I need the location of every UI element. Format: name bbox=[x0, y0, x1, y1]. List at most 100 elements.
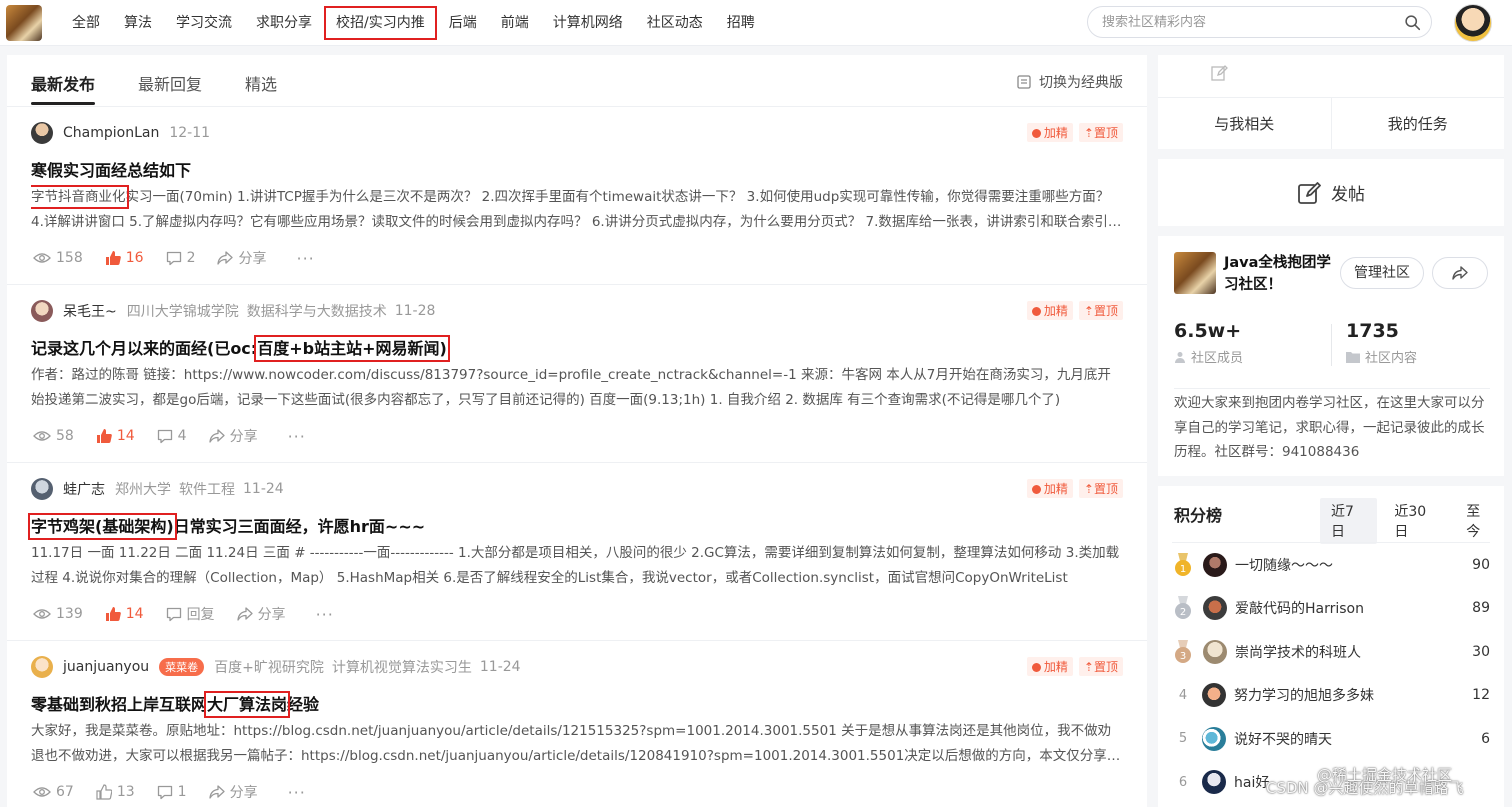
nav-item-algorithm[interactable]: 算法 bbox=[114, 8, 162, 38]
post-excerpt[interactable]: 11.17日 一面 11.22日 二面 11.24日 三面 # --------… bbox=[31, 541, 1123, 591]
nav-item-community-news[interactable]: 社区动态 bbox=[637, 8, 713, 38]
post-title[interactable]: 寒假实习面经总结如下 bbox=[31, 157, 191, 181]
post-title-text: 记录这几个月以来的面经(已oc: bbox=[31, 339, 258, 358]
post-header: juanjuanyou 菜菜卷 百度+旷视研究院 计算机视觉算法实习生 11-2… bbox=[31, 655, 521, 679]
switch-classic-button[interactable]: 切换为经典版 bbox=[1017, 72, 1123, 92]
post-feed: 最新发布 最新回复 精选 切换为经典版 ChampionLan 12-11 加精… bbox=[7, 55, 1147, 807]
pinned-label: 置顶 bbox=[1093, 660, 1118, 674]
post-title[interactable]: 零基础到秋招上岸互联网大厂算法岗经验 bbox=[31, 691, 319, 715]
manage-community-button[interactable]: 管理社区 bbox=[1340, 257, 1424, 289]
more-icon[interactable]: ··· bbox=[288, 783, 306, 802]
tab-all-time[interactable]: 至今 bbox=[1455, 498, 1504, 544]
ranker-score: 90 bbox=[1472, 556, 1490, 573]
search-icon[interactable] bbox=[1404, 14, 1421, 31]
author-avatar[interactable] bbox=[31, 656, 53, 678]
ranker-name[interactable]: 崇尚学技术的科班人 bbox=[1235, 642, 1472, 662]
nav-item-network[interactable]: 计算机网络 bbox=[543, 8, 633, 38]
comment-button[interactable]: 4 bbox=[157, 428, 187, 444]
author-avatar[interactable] bbox=[31, 478, 53, 500]
tab-latest[interactable]: 最新发布 bbox=[31, 71, 95, 95]
ranker-avatar[interactable] bbox=[1203, 552, 1227, 577]
ranking-card: 积分榜 近7日 近30日 至今 1 一切随缘～～～ 90 2 爱敲代码的Harr… bbox=[1158, 486, 1504, 807]
nav-item-campus-referral[interactable]: 校招/实习内推 bbox=[324, 6, 437, 40]
compose-icon bbox=[1298, 181, 1321, 204]
new-post-button[interactable]: 发帖 bbox=[1158, 159, 1504, 226]
ranker-score: 12 bbox=[1472, 687, 1490, 704]
site-logo[interactable] bbox=[6, 5, 42, 41]
post-excerpt[interactable]: 字节抖音商业化实习一面(70min) 1.讲讲TCP握手为什么是三次不是两次？ … bbox=[31, 185, 1123, 235]
ranking-row[interactable]: 2 爱敲代码的Harrison 89 bbox=[1172, 587, 1490, 631]
community-name[interactable]: Java全栈抱团学习社区！ bbox=[1224, 252, 1334, 296]
tab-30-days[interactable]: 近30日 bbox=[1383, 498, 1449, 544]
nav-item-recruit[interactable]: 招聘 bbox=[717, 8, 765, 38]
author-name[interactable]: 呆毛王~ bbox=[63, 301, 117, 321]
author-avatar[interactable] bbox=[31, 122, 53, 144]
more-icon[interactable]: ··· bbox=[296, 249, 314, 268]
post-title[interactable]: 记录这几个月以来的面经(已oc:百度+b站主站+网易新闻) bbox=[31, 335, 447, 359]
comment-count: 1 bbox=[177, 784, 187, 800]
edit-icon[interactable] bbox=[1210, 64, 1228, 82]
search-input[interactable] bbox=[1102, 7, 1382, 37]
tab-featured[interactable]: 精选 bbox=[245, 71, 277, 95]
ranking-row[interactable]: 3 崇尚学技术的科班人 30 bbox=[1172, 630, 1490, 674]
comment-button[interactable]: 1 bbox=[157, 784, 187, 800]
featured-badge: 加精 bbox=[1026, 479, 1073, 498]
share-button[interactable]: 分享 bbox=[236, 604, 286, 624]
like-button[interactable]: 16 bbox=[105, 250, 144, 266]
eye-icon bbox=[33, 431, 51, 441]
post-title-text: 日常实习三面面经，许愿hr面~~~ bbox=[173, 517, 426, 536]
nav-item-all[interactable]: 全部 bbox=[62, 8, 110, 38]
tab-latest-reply[interactable]: 最新回复 bbox=[138, 71, 202, 95]
ranker-name[interactable]: 说好不哭的晴天 bbox=[1234, 729, 1481, 749]
nav-item-frontend[interactable]: 前端 bbox=[491, 8, 539, 38]
ranker-avatar[interactable] bbox=[1202, 770, 1226, 795]
user-panel-tabs: 与我相关 我的任务 bbox=[1158, 97, 1504, 149]
ranker-name[interactable]: 爱敲代码的Harrison bbox=[1235, 598, 1472, 618]
post-excerpt-text: 实习一面(70min) 1.讲讲TCP握手为什么是三次不是两次？ 2.四次挥手里… bbox=[31, 189, 1122, 230]
like-button[interactable]: 13 bbox=[96, 784, 135, 800]
author-major: 软件工程 bbox=[179, 482, 235, 498]
author-name[interactable]: 蛙广志 bbox=[63, 479, 105, 499]
ranker-avatar[interactable] bbox=[1202, 726, 1226, 751]
share-community-button[interactable] bbox=[1432, 257, 1488, 289]
view-count: 158 bbox=[33, 250, 83, 266]
post-item[interactable]: ChampionLan 12-11 加精 ⇡置顶 寒假实习面经总结如下 字节抖音… bbox=[7, 107, 1147, 285]
post-item[interactable]: 呆毛王~ 四川大学锦城学院 数据科学与大数据技术 11-28 加精 ⇡置顶 记录… bbox=[7, 285, 1147, 463]
user-avatar[interactable] bbox=[1454, 4, 1492, 42]
comment-button[interactable]: 2 bbox=[166, 250, 195, 266]
ranker-avatar[interactable] bbox=[1202, 683, 1226, 708]
ranking-row[interactable]: 5 说好不哭的晴天 6 bbox=[1172, 717, 1490, 761]
like-button[interactable]: 14 bbox=[96, 428, 135, 444]
tab-7-days[interactable]: 近7日 bbox=[1320, 498, 1378, 544]
post-item[interactable]: juanjuanyou 菜菜卷 百度+旷视研究院 计算机视觉算法实习生 11-2… bbox=[7, 641, 1147, 807]
tab-my-tasks[interactable]: 我的任务 bbox=[1330, 98, 1505, 149]
post-excerpt[interactable]: 作者：路过的陈哥 链接：https://www.nowcoder.com/dis… bbox=[31, 363, 1123, 413]
share-button[interactable]: 分享 bbox=[217, 248, 266, 268]
author-avatar[interactable] bbox=[31, 300, 53, 322]
like-button[interactable]: 14 bbox=[105, 606, 144, 622]
post-title[interactable]: 字节鸡架(基础架构)日常实习三面面经，许愿hr面~~~ bbox=[31, 513, 425, 537]
nav-item-backend[interactable]: 后端 bbox=[439, 8, 487, 38]
more-icon[interactable]: ··· bbox=[316, 605, 334, 624]
post-excerpt[interactable]: 大家好，我是菜菜卷。原贴地址：https://blog.csdn.net/jua… bbox=[31, 719, 1123, 769]
ranking-row[interactable]: 1 一切随缘～～～ 90 bbox=[1172, 543, 1490, 587]
community-logo[interactable] bbox=[1174, 252, 1216, 294]
featured-label: 加精 bbox=[1043, 126, 1068, 140]
ranker-avatar[interactable] bbox=[1203, 596, 1227, 621]
ranking-row[interactable]: 4 努力学习的旭旭多多妹 12 bbox=[1172, 674, 1490, 718]
highlight-mark: 字节鸡架(基础架构) bbox=[31, 517, 174, 536]
post-item[interactable]: 蛙广志 郑州大学 软件工程 11-24 加精 ⇡置顶 字节鸡架(基础架构)日常实… bbox=[7, 463, 1147, 641]
author-name[interactable]: ChampionLan bbox=[63, 125, 159, 141]
pin-icon: ⇡ bbox=[1083, 660, 1094, 674]
share-button[interactable]: 分享 bbox=[208, 782, 258, 802]
ranker-name[interactable]: 一切随缘～～～ bbox=[1235, 555, 1472, 575]
tab-related-to-me[interactable]: 与我相关 bbox=[1158, 98, 1331, 149]
ranker-name[interactable]: 努力学习的旭旭多多妹 bbox=[1234, 685, 1472, 705]
more-icon[interactable]: ··· bbox=[288, 427, 306, 446]
nav-item-job-share[interactable]: 求职分享 bbox=[246, 8, 322, 38]
nav-item-study[interactable]: 学习交流 bbox=[166, 8, 242, 38]
author-name[interactable]: juanjuanyou bbox=[63, 659, 149, 675]
ranker-avatar[interactable] bbox=[1203, 639, 1227, 664]
comment-button[interactable]: 回复 bbox=[166, 604, 215, 624]
share-button[interactable]: 分享 bbox=[208, 426, 258, 446]
